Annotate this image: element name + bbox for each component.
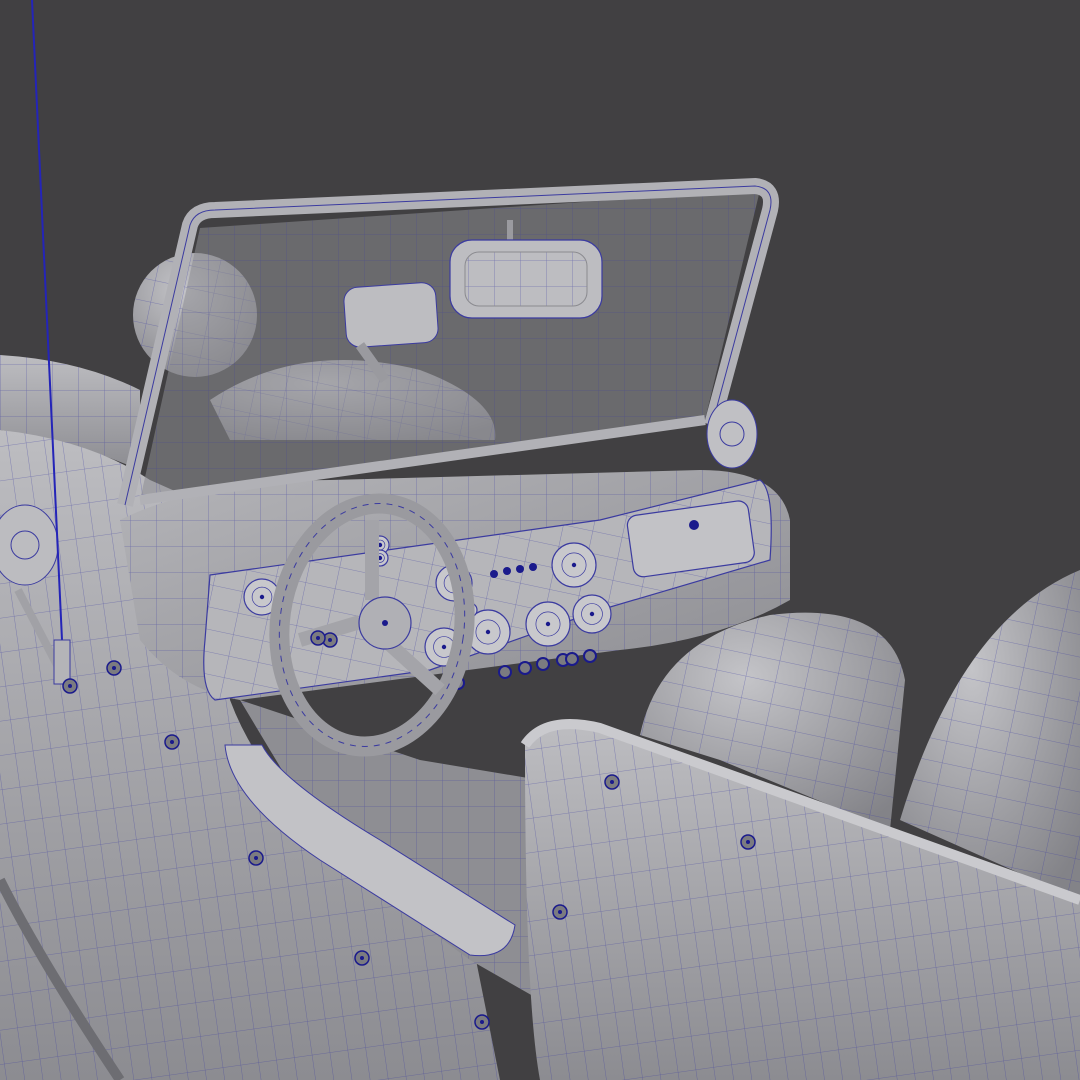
3d-viewport[interactable] [0, 0, 1080, 1080]
indicator-dot-icon [503, 567, 511, 575]
bolt-icon [552, 904, 568, 920]
indicator-dot-icon [529, 563, 537, 571]
switch-knob-icon [565, 652, 579, 666]
bolt-icon [310, 630, 326, 646]
gauge-icon [551, 542, 597, 588]
indicator-dot-icon [490, 570, 498, 578]
side-mirror-right [706, 399, 758, 469]
bolt-icon [604, 774, 620, 790]
switch-knob-icon [536, 657, 550, 671]
bolt-icon [164, 734, 180, 750]
switch-knob-icon [583, 649, 597, 663]
gauge-icon [525, 601, 571, 647]
bolt-icon [474, 1014, 490, 1030]
car-interior-wireframe-render [0, 0, 1080, 1080]
bolt-icon [248, 850, 264, 866]
glovebox-knob-icon [689, 520, 699, 530]
bolt-icon [354, 950, 370, 966]
indicator-dot-icon [516, 565, 524, 573]
bolt-icon [62, 678, 78, 694]
gauge-icon [572, 594, 612, 634]
bolt-icon [740, 834, 756, 850]
switch-knob-icon [498, 665, 512, 679]
bolt-icon [106, 660, 122, 676]
switch-knob-icon [518, 661, 532, 675]
